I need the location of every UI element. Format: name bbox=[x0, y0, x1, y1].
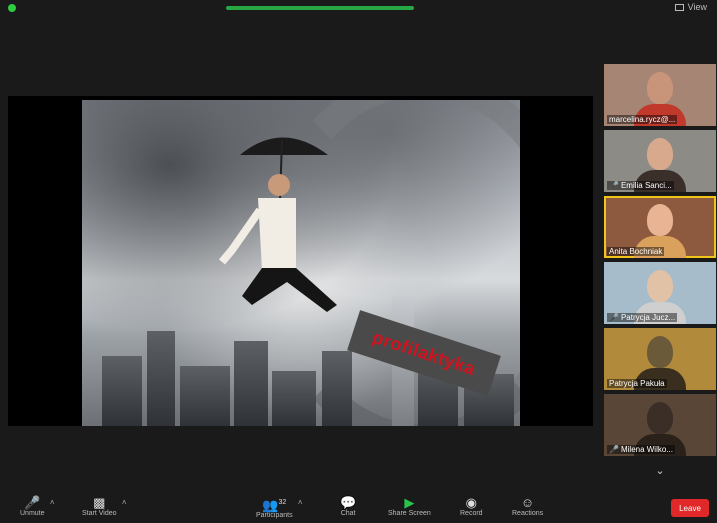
reactions-label: Reactions bbox=[512, 510, 544, 517]
unmute-button[interactable]: 🎤 Unmute ˄ bbox=[20, 495, 55, 518]
participant-name-label: 🎤 Emilia Sanci... bbox=[607, 181, 674, 190]
share-screen-label: Share Screen bbox=[388, 510, 431, 517]
view-button[interactable]: View bbox=[674, 2, 707, 12]
screen-share-bar[interactable] bbox=[226, 6, 414, 10]
participant-name-label: 🎤 Milena Wilko... bbox=[607, 445, 675, 454]
participant-tile[interactable]: Patrycja Pakuła bbox=[604, 328, 716, 390]
participant-name: Milena Wilko... bbox=[620, 445, 673, 454]
participants-count: 32 bbox=[278, 499, 287, 506]
grid-icon bbox=[674, 3, 684, 11]
chat-label: Chat bbox=[340, 510, 356, 517]
microphone-muted-icon: 🎤 bbox=[24, 495, 41, 510]
share-screen-button[interactable]: ▶ Share Screen bbox=[388, 495, 431, 518]
microphone-muted-icon: 🎤 bbox=[609, 181, 619, 190]
participant-face bbox=[647, 204, 673, 236]
participant-tile[interactable]: 🎤 Emilia Sanci... bbox=[604, 130, 716, 192]
participant-face bbox=[647, 402, 673, 434]
microphone-muted-icon: 🎤 bbox=[609, 445, 619, 454]
participant-tile[interactable]: Anita Bochniak bbox=[604, 196, 716, 258]
participant-face bbox=[647, 72, 673, 104]
participant-name-label: 🎤 Patrycja Jucz... bbox=[607, 313, 678, 322]
participant-gallery: marcelina.rycz@... 🎤 Emilia Sanci... Anita … bbox=[604, 64, 716, 480]
chevron-down-icon: ⌄ bbox=[655, 464, 665, 477]
connection-indicator-icon bbox=[8, 4, 16, 12]
gallery-scroll-down-button[interactable]: ⌄ bbox=[604, 460, 716, 480]
participants-icon: 👥32 bbox=[262, 497, 287, 513]
smiley-icon: ☺ bbox=[520, 495, 535, 510]
participant-name: Patrycja Jucz... bbox=[620, 313, 676, 322]
participant-face bbox=[647, 336, 673, 368]
participant-name: marcelina.rycz@... bbox=[609, 115, 676, 124]
participant-tile[interactable]: marcelina.rycz@... bbox=[604, 64, 716, 126]
participant-face bbox=[647, 270, 673, 302]
record-label: Record bbox=[460, 510, 483, 517]
record-icon: ◉ bbox=[465, 495, 477, 510]
microphone-muted-icon: 🎤 bbox=[609, 313, 619, 322]
participant-tile[interactable]: 🎤 Milena Wilko... bbox=[604, 394, 716, 456]
participants-button[interactable]: 👥32 Participants ˄ bbox=[256, 496, 303, 520]
participants-options-caret-icon[interactable]: ˄ bbox=[298, 498, 303, 507]
reactions-button[interactable]: ☺ Reactions bbox=[512, 495, 544, 518]
unmute-label: Unmute bbox=[20, 510, 45, 517]
start-video-button[interactable]: ▩ Start Video ˄ bbox=[82, 495, 127, 518]
shared-screen: profilaktyka bbox=[8, 96, 593, 426]
chat-bubble-icon: 💬 bbox=[340, 495, 357, 510]
participant-name-label: Patrycja Pakuła bbox=[607, 379, 667, 388]
share-screen-icon: ▶ bbox=[404, 495, 415, 510]
meeting-toolbar: 🎤 Unmute ˄ ▩ Start Video ˄ 👥32 Participa… bbox=[0, 493, 717, 523]
participant-name: Patrycja Pakuła bbox=[609, 379, 665, 388]
participant-name: Emilia Sanci... bbox=[620, 181, 672, 190]
chat-button[interactable]: 💬 Chat bbox=[340, 495, 357, 518]
video-camera-icon: ▩ bbox=[93, 495, 106, 510]
record-button[interactable]: ◉ Record bbox=[460, 495, 483, 518]
leave-button[interactable]: Leave bbox=[671, 499, 709, 517]
participant-tile[interactable]: 🎤 Patrycja Jucz... bbox=[604, 262, 716, 324]
video-options-caret-icon[interactable]: ˄ bbox=[122, 498, 127, 507]
audio-options-caret-icon[interactable]: ˄ bbox=[50, 498, 55, 507]
shared-slide: profilaktyka bbox=[82, 100, 520, 426]
participant-name-label: marcelina.rycz@... bbox=[607, 115, 678, 124]
start-video-label: Start Video bbox=[82, 510, 117, 517]
view-button-label: View bbox=[687, 2, 707, 12]
participant-name-label: Anita Bochniak bbox=[607, 247, 665, 256]
participant-name: Anita Bochniak bbox=[609, 247, 663, 256]
participant-face bbox=[647, 138, 673, 170]
participants-label: Participants bbox=[256, 512, 293, 520]
